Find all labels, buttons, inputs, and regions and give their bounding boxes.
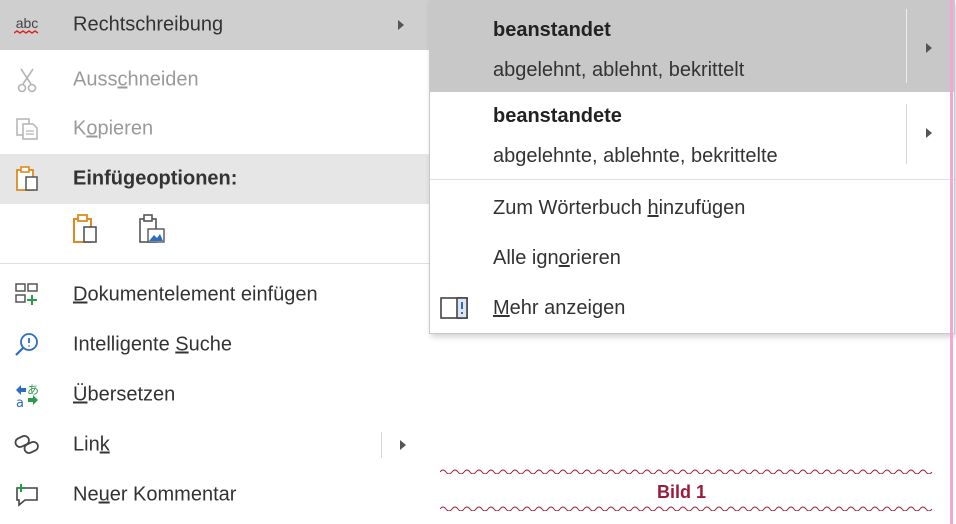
suggestion-item[interactable]: beanstandet abgelehnt, ablehnt, bekritte… [430,1,954,92]
menu-separator [0,263,430,264]
spelling-squiggle [440,506,933,511]
submenu-arrow-icon[interactable] [400,440,406,450]
submenu-arrow-icon [398,20,404,30]
paste-options-label: Einfügeoptionen: [73,167,238,190]
menu-separator [430,179,954,180]
menu-item-copy[interactable]: Kopieren [0,104,430,154]
smart-lookup-icon [14,332,40,358]
figure-caption: Bild 1 [657,482,707,502]
split-separator [906,9,907,83]
ignore-all-item[interactable]: Alle ignorieren [493,247,621,270]
smart-lookup-label: Intelligente Suche [73,333,233,356]
paste-keep-source-button[interactable] [72,214,100,246]
submenu-arrow-icon[interactable] [926,128,932,138]
document-parts-icon [14,282,40,308]
menu-item-cut[interactable]: Ausschneiden [0,55,430,105]
paste-as-picture-button[interactable] [138,214,166,246]
menu-item-link[interactable]: Link [0,420,430,470]
translate-icon: aあ [14,382,40,408]
svg-text:あ: あ [27,383,39,397]
menu-item-insert-document-element[interactable]: Dokumentelement einfügen [0,270,430,320]
page-margin-line [950,0,953,524]
link-icon [14,432,40,458]
svg-text:a: a [16,396,24,408]
suggestion-word: beanstandete [493,105,622,127]
cut-label: Ausschneiden [73,68,199,91]
suggestion-alternatives: abgelehnte, ablehnte, bekrittelte [493,145,778,167]
new-comment-label: Neuer Kommentar [73,483,237,506]
split-separator [381,432,382,458]
insert-document-element-label: Dokumentelement einfügen [73,283,318,306]
copy-icon [14,116,40,142]
suggestion-item[interactable]: beanstandete abgelehnte, ablehnte, bekri… [430,92,954,178]
clipboard-icon [14,166,40,192]
menu-item-smart-lookup[interactable]: Intelligente Suche [0,320,430,370]
link-label: Link [73,433,110,456]
show-more-item[interactable]: Mehr anzeigen [493,297,625,320]
spelling-label: Rechtschreibung [73,13,224,36]
spelling-icon: abc [14,14,39,34]
add-to-dictionary-item[interactable]: Zum Wörterbuch hinzufügen [493,197,745,220]
copy-label: Kopieren [73,117,154,140]
submenu-arrow-icon[interactable] [926,43,932,53]
spelling-squiggle [440,469,933,474]
new-comment-icon [14,482,40,508]
menu-item-new-comment[interactable]: Neuer Kommentar [0,470,430,520]
suggestion-alternatives: abgelehnt, ablehnt, bekrittelt [493,59,745,81]
paste-keep-formatting-icon [73,214,97,243]
context-menu: abc Rechtschreibung Ausschneiden Kopiere… [0,0,430,524]
show-more-icon [440,297,468,324]
menu-item-translate[interactable]: aあ Übersetzen [0,370,430,420]
spelling-submenu: beanstandet abgelehnt, ablehnt, bekritte… [429,0,955,334]
paste-options-header: Einfügeoptionen: [0,154,430,204]
scissors-icon [14,67,40,93]
translate-label: Übersetzen [73,383,176,406]
suggestion-word: beanstandet [493,19,611,41]
paste-picture-icon [139,214,165,243]
split-separator [906,104,907,164]
menu-item-spelling[interactable]: abc Rechtschreibung [0,0,430,50]
